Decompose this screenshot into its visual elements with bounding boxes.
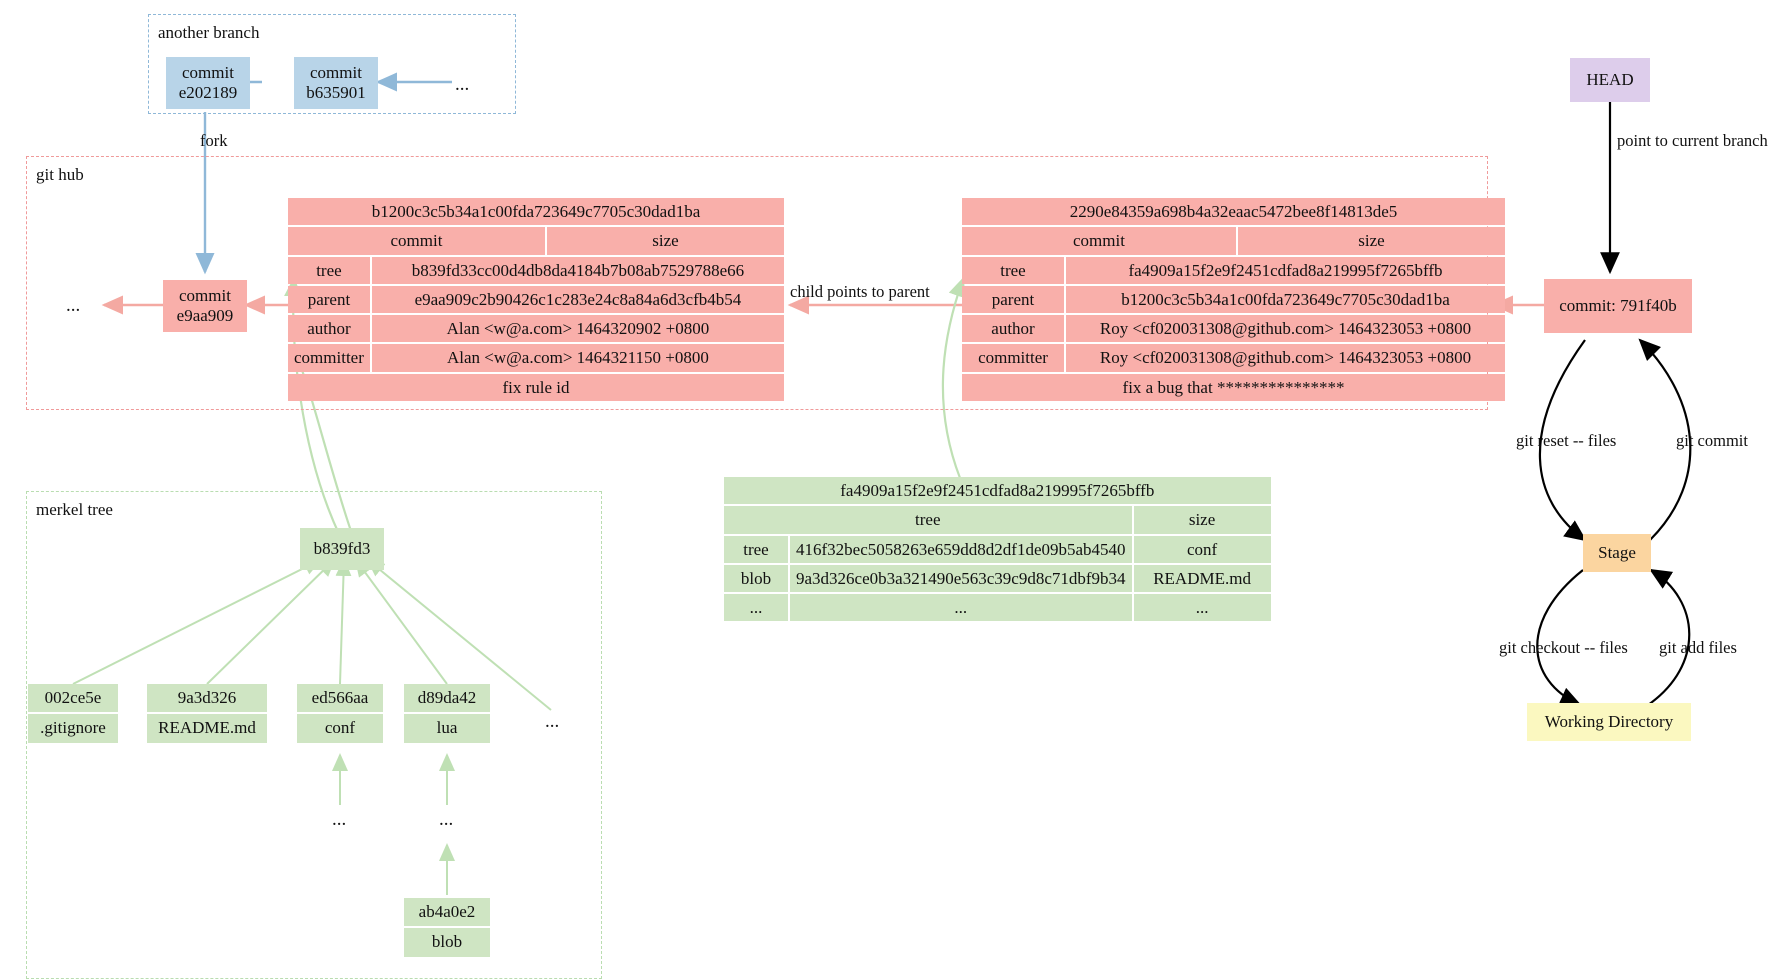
commit2-hash: 2290e84359a698b4a32eaac5472bee8f14813de5 [962,198,1505,226]
merkel-node-ab4a0e2[interactable]: ab4a0e2 blob [404,898,490,957]
blob-hash: ab4a0e2 [404,898,490,927]
commit2-row-key: parent [962,285,1064,313]
tree-row-name: README.md [1133,564,1271,592]
tree-row: ... ... ... [724,594,1271,622]
leaf-hash: d89da42 [404,684,490,713]
edge-label-git-checkout: git checkout -- files [1499,638,1628,657]
merkel-leaf-ed566aa[interactable]: ed566aa conf [297,684,383,743]
leaf-hash: 9a3d326 [147,684,267,713]
node-merkel-root[interactable]: b839fd3 [300,528,384,570]
tree-row-hash: 416f32bec5058263e659dd8d2df1de09b5ab4540 [790,535,1132,563]
tree-table: fa4909a15f2e9f2451cdfad8a219995f7265bffb… [722,475,1273,623]
commit2-row-key: tree [962,256,1064,284]
leaf-name: conf [297,714,383,743]
commit1-row-value: b839fd33cc00d4db8da4184b7b08ab7529788e66 [371,256,784,284]
leaf-name: README.md [147,714,267,743]
diagram-canvas: another branch git hub merkel tree commi… [0,0,1783,979]
commit2-row-key: author [962,315,1064,343]
commit2-row-value: Roy <cf020031308@github.com> 1464323053 … [1066,315,1505,343]
commit2-col-left: commit [962,227,1236,255]
merkel-lua-child-ellipsis: ... [439,809,454,830]
tree-row-hash: 9a3d326ce0b3a321490e563c39c9d8c71dbf9b34 [790,564,1132,592]
leaf-name: .gitignore [28,714,118,743]
leaf-hash: 002ce5e [28,684,118,713]
tree-row-type: ... [724,594,788,622]
merkel-leaf-d89da42[interactable]: d89da42 lua [404,684,490,743]
commit1-row-key: tree [288,256,370,284]
commit1-hash: b1200c3c5b34a1c00fda723649c7705c30dad1ba [288,198,784,226]
tree-row-hash: ... [790,594,1132,622]
edge-label-git-commit: git commit [1676,431,1748,450]
commit2-row-value: fa4909a15f2e9f2451cdfad8a219995f7265bffb [1066,256,1505,284]
commit1-row-value: Alan <w@a.com> 1464321150 +0800 [371,344,784,372]
leaf-hash: ed566aa [297,684,383,713]
commit1-row-key: parent [288,285,370,313]
blob-name: blob [404,928,490,957]
tree-row: tree 416f32bec5058263e659dd8d2df1de09b5a… [724,535,1271,563]
tree-row-name: conf [1133,535,1271,563]
tree-col-left: tree [724,506,1132,534]
tree-row: blob 9a3d326ce0b3a321490e563c39c9d8c71db… [724,564,1271,592]
merkel-leaf-002ce5e[interactable]: 002ce5e .gitignore [28,684,118,743]
commit1-row-value: Alan <w@a.com> 1464320902 +0800 [371,315,784,343]
branch-ellipsis: ... [455,74,470,95]
merkel-leaf-ellipsis: ... [545,711,560,732]
node-working-directory[interactable]: Working Directory [1527,703,1691,741]
commit1-row-key: author [288,315,370,343]
tree-col-right: size [1133,506,1271,534]
commit2-row-value: b1200c3c5b34a1c00fda723649c7705c30dad1ba [1066,285,1505,313]
tree-row-type: blob [724,564,788,592]
leaf-name: lua [404,714,490,743]
node-current-commit[interactable]: commit: 791f40b [1544,279,1692,333]
tree-hash: fa4909a15f2e9f2451cdfad8a219995f7265bffb [724,477,1271,505]
tree-row-type: tree [724,535,788,563]
group-label-merkel-tree: merkel tree [36,500,113,519]
edge-label-git-reset: git reset -- files [1516,431,1617,450]
edge-label-fork: fork [200,131,228,150]
edge-label-point-to-current-branch: point to current branch [1617,131,1768,150]
commit2-row-value: Roy <cf020031308@github.com> 1464323053 … [1066,344,1505,372]
commit1-col-left: commit [288,227,545,255]
node-stage[interactable]: Stage [1583,534,1651,572]
node-head[interactable]: HEAD [1570,58,1650,102]
githubsection-left-ellipsis: ... [66,295,81,316]
commit1-col-right: size [547,227,784,255]
edge-label-git-add: git add files [1659,638,1737,657]
tree-row-name: ... [1133,594,1271,622]
group-label-git-hub: git hub [36,165,84,184]
commit2-row-key: committer [962,344,1064,372]
commit1-row-key: committer [288,344,370,372]
edge-label-child-points-to-parent: child points to parent [790,282,930,301]
merkel-leaf-9a3d326[interactable]: 9a3d326 README.md [147,684,267,743]
commit1-row-value: e9aa909c2b90426c1c283e24c8a84a6d3cfb4b54 [371,285,784,313]
merkel-conf-child-ellipsis: ... [332,809,347,830]
group-label-another-branch: another branch [158,23,260,42]
commit2-message: fix a bug that *************** [962,373,1505,401]
commit-table-1: b1200c3c5b34a1c00fda723649c7705c30dad1ba… [286,196,786,403]
commit-table-2: 2290e84359a698b4a32eaac5472bee8f14813de5… [960,196,1507,403]
commit1-message: fix rule id [288,373,784,401]
commit2-col-right: size [1238,227,1505,255]
node-commit-b635901[interactable]: commit b635901 [294,57,378,109]
node-commit-e202189[interactable]: commit e202189 [166,57,250,109]
node-commit-e9aa909[interactable]: commit e9aa909 [163,280,247,332]
